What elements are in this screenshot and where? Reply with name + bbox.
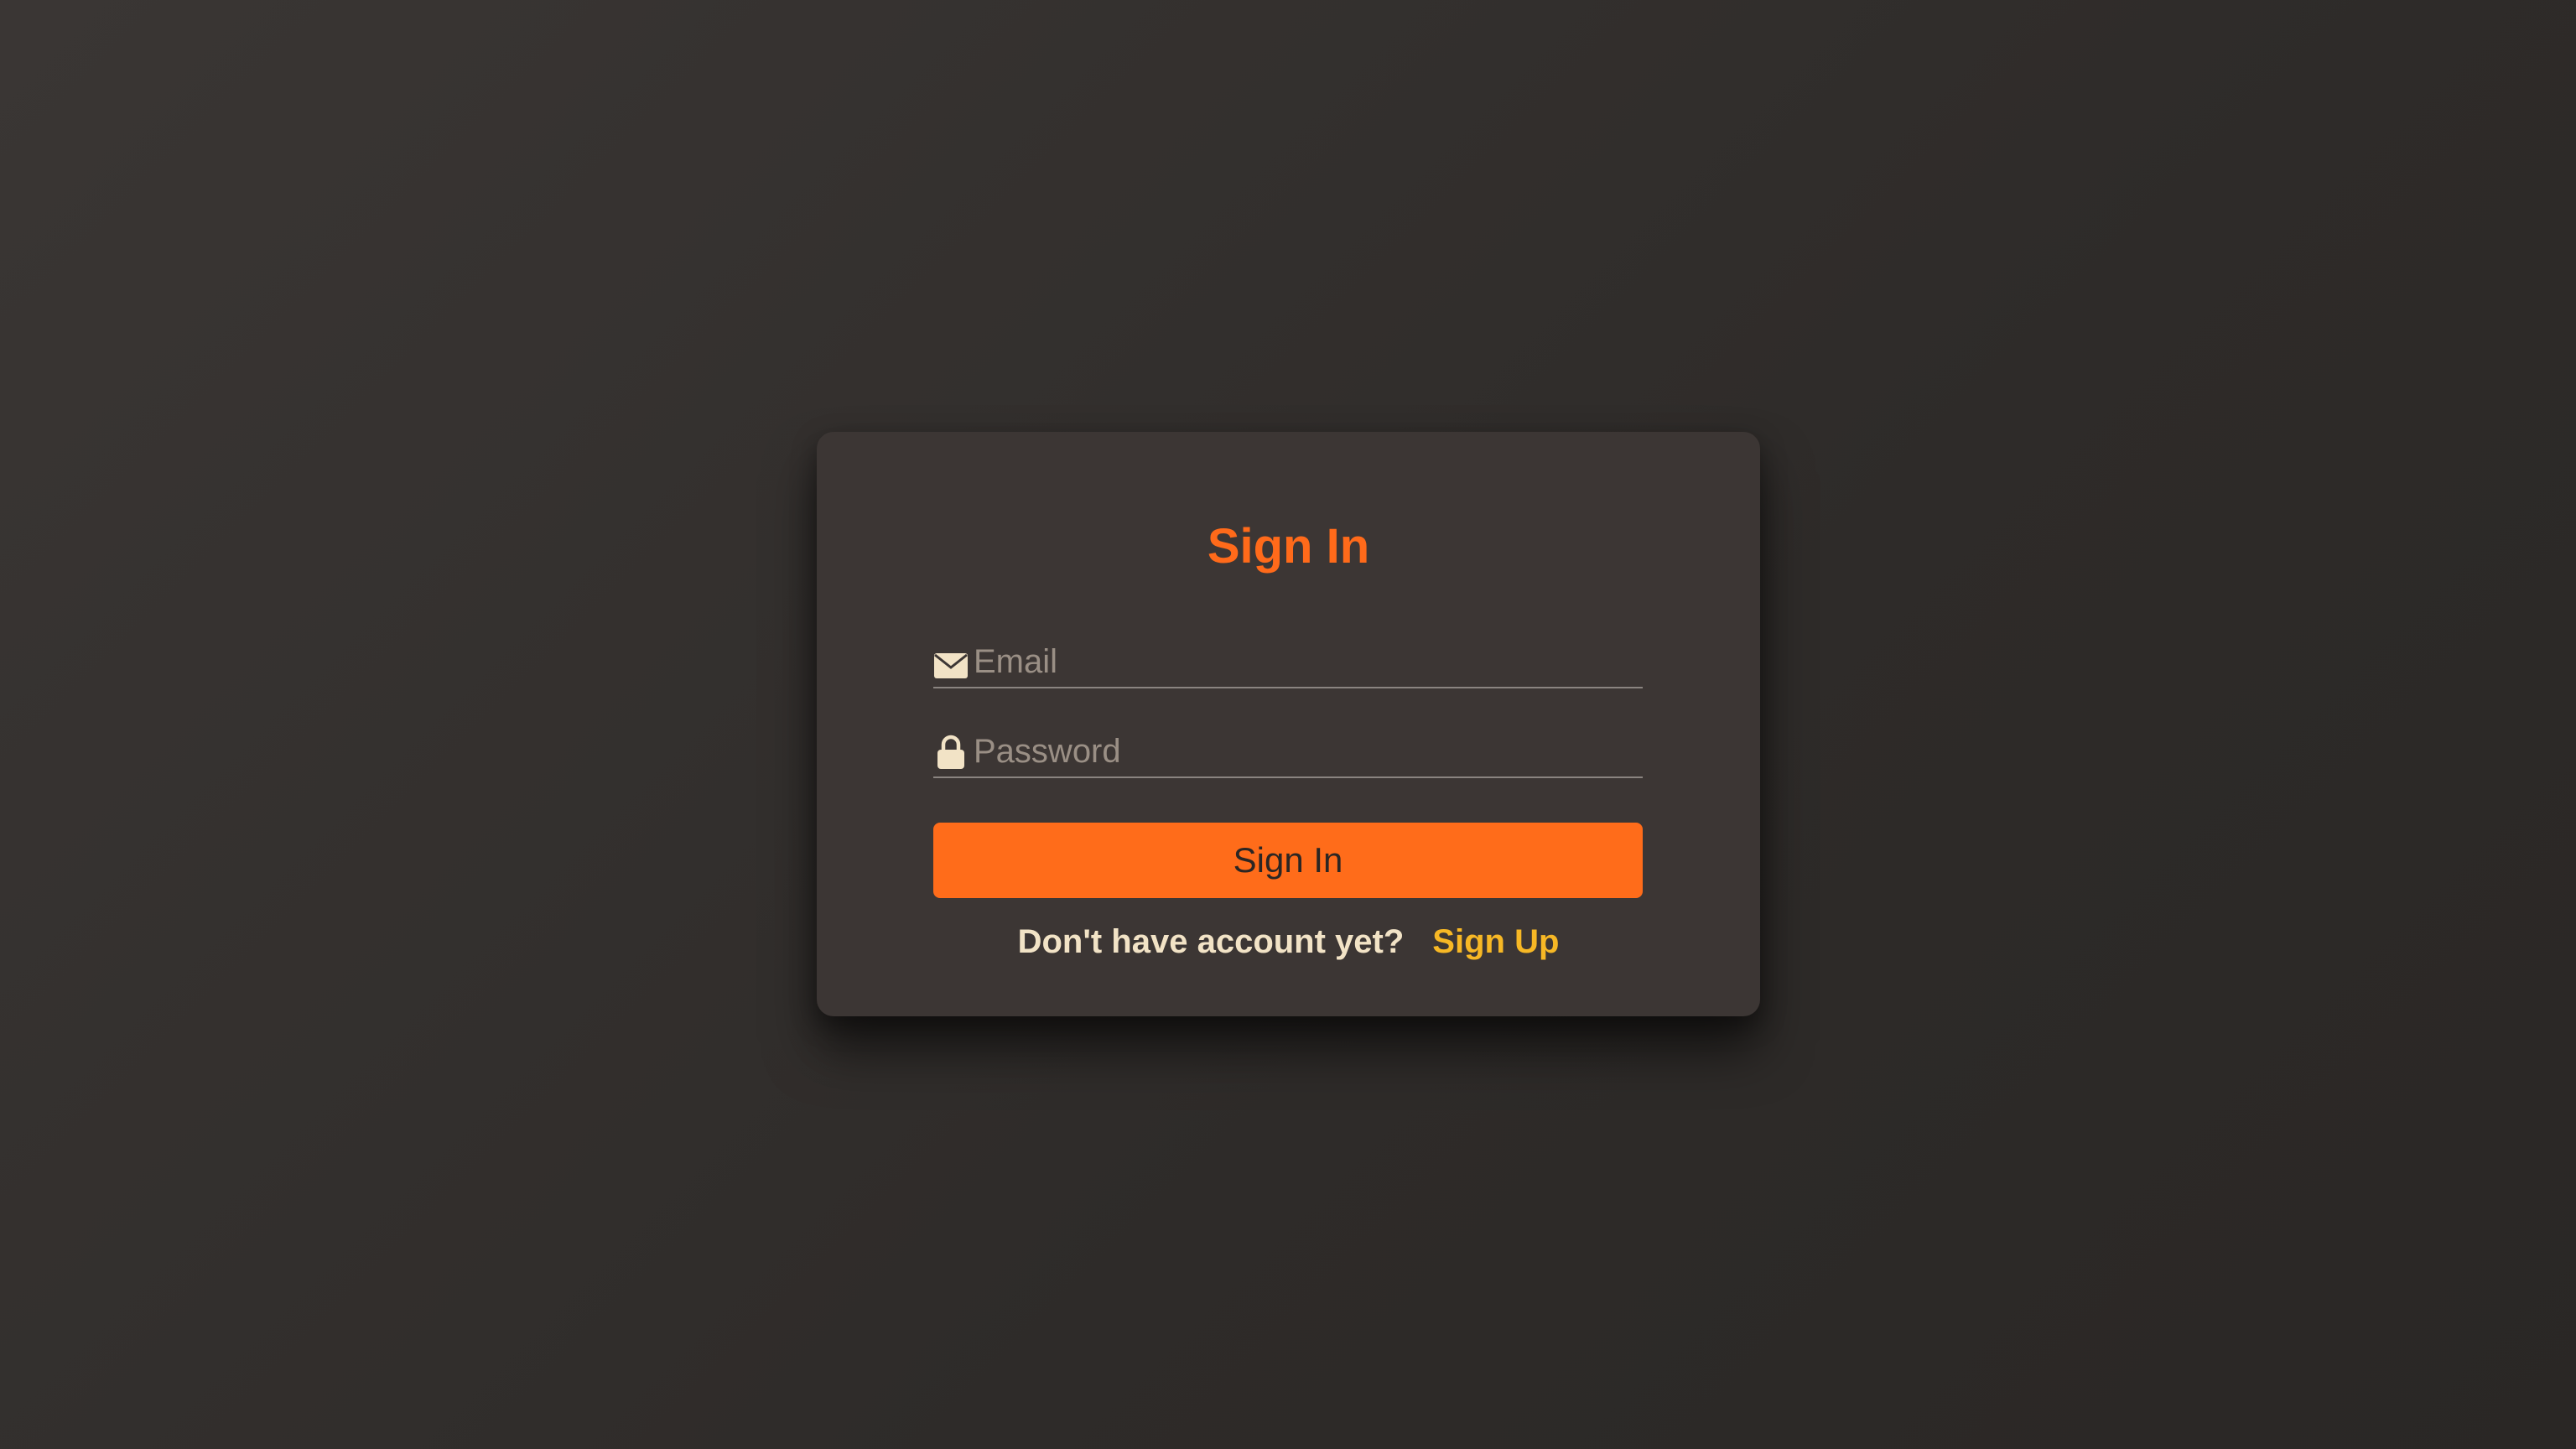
- password-input[interactable]: [974, 730, 1643, 773]
- envelope-icon: [933, 645, 969, 680]
- signin-card: Sign In Sign In Don't have account yet? S…: [817, 432, 1760, 1016]
- lock-icon: [933, 735, 969, 770]
- email-input[interactable]: [974, 640, 1643, 683]
- password-field: [933, 726, 1643, 778]
- signup-prompt-text: Don't have account yet?: [1017, 923, 1405, 960]
- page-title: Sign In: [1207, 519, 1370, 574]
- email-field: [933, 636, 1643, 688]
- signup-prompt: Don't have account yet? Sign Up: [817, 925, 1760, 958]
- sign-in-button[interactable]: Sign In: [933, 823, 1643, 898]
- sign-up-link[interactable]: Sign Up: [1432, 923, 1559, 960]
